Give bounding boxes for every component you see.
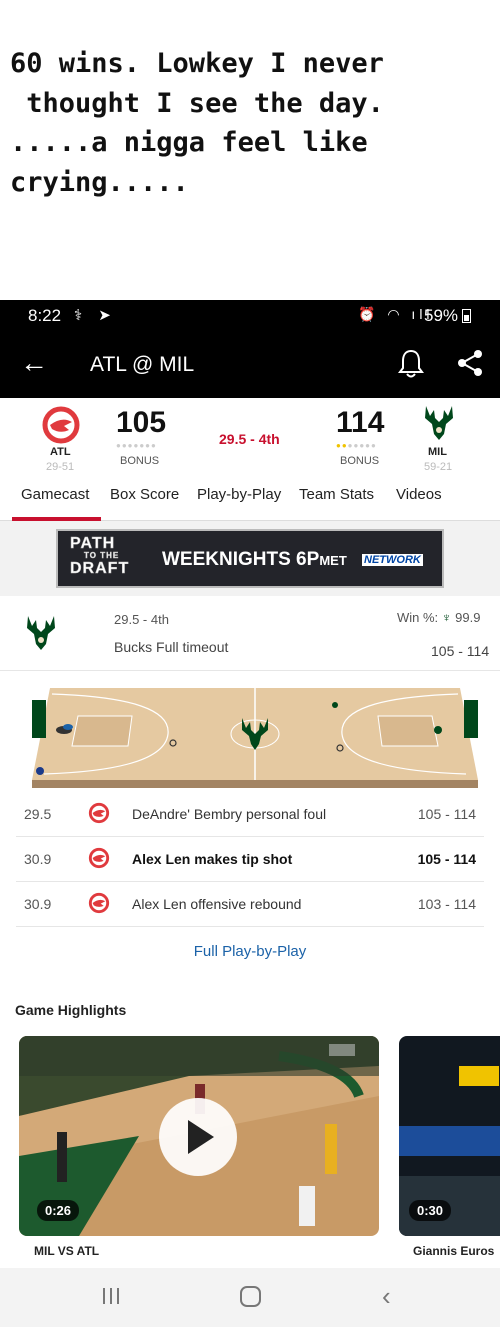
play-row[interactable]: 30.9 Alex Len makes tip shot 105 - 114: [16, 837, 484, 882]
play-button-icon[interactable]: [159, 1098, 237, 1176]
away-timeouts: ●●●●●●●: [116, 441, 157, 450]
play-time: 30.9: [24, 896, 52, 912]
back-arrow-icon[interactable]: ←: [20, 349, 48, 377]
home-team-abbr: MIL: [428, 446, 447, 458]
tab-play-by-play[interactable]: Play-by-Play: [197, 486, 281, 503]
update-score: 105 - 114: [431, 643, 490, 659]
update-period: 29.5 - 4th: [114, 612, 169, 627]
tab-videos[interactable]: Videos: [396, 486, 442, 503]
phone-screenshot: 8:22 ⚕ ➤ ⏰ ◠ ıll 59% ← ATL @ MIL ATL 29-…: [0, 300, 500, 1327]
battery-icon: [462, 309, 471, 323]
tab-box-score[interactable]: Box Score: [110, 486, 179, 503]
tab-bar: Gamecast Box Score Play-by-Play Team Sta…: [0, 486, 500, 521]
game-highlights: Game Highlights 0:26 MIL VS ATL 0:30 Gia…: [0, 982, 500, 1282]
tab-team-stats[interactable]: Team Stats: [299, 486, 374, 503]
play-time: 29.5: [24, 806, 52, 822]
app-bar: ← ATL @ MIL: [0, 332, 500, 398]
home-bonus: BONUS: [340, 455, 380, 467]
video-duration: 0:30: [409, 1200, 452, 1221]
shot-chart-court[interactable]: [32, 688, 478, 788]
nfl-network-logo: NETWORK: [362, 554, 423, 566]
tab-gamecast[interactable]: Gamecast: [21, 486, 89, 503]
recent-apps-icon[interactable]: [101, 1286, 121, 1306]
win-probability: Win %: ♆ 99.9: [397, 610, 481, 625]
status-bar: 8:22 ⚕ ➤ ⏰ ◠ ıll 59%: [0, 300, 500, 332]
hawks-logo-icon: [42, 406, 80, 444]
draft-ad-banner[interactable]: PATH TO THE DRAFT WEEKNIGHTS 6PMET NETWO…: [56, 529, 444, 588]
play-description: DeAndre' Bembry personal foul: [132, 806, 327, 822]
active-tab-indicator: [12, 517, 101, 521]
video-caption: Giannis Euros: [413, 1244, 495, 1258]
bucks-logo-icon: [425, 406, 453, 440]
banner-schedule: WEEKNIGHTS 6PMET: [162, 549, 347, 570]
bucks-logo-icon: [27, 616, 55, 650]
scoreboard: ATL 29-51 105 ●●●●●●● BONUS 29.5 - 4th 1…: [0, 398, 500, 521]
meme-caption: 60 wins. Lowkey I never thought I see th…: [10, 48, 384, 198]
back-nav-icon[interactable]: ‹: [382, 1281, 391, 1312]
away-bonus: BONUS: [120, 455, 160, 467]
video-caption: MIL VS ATL: [34, 1244, 100, 1258]
home-team-record: 59-21: [424, 461, 453, 473]
game-title: ATL @ MIL: [90, 353, 195, 376]
play-time: 30.9: [24, 851, 52, 867]
notification-icons: ⚕ ➤: [74, 307, 117, 324]
path-to-draft-logo: PATH TO THE DRAFT: [70, 535, 130, 578]
hawks-logo-icon: [88, 802, 110, 824]
alarm-wifi-signal-icons: ⏰ ◠ ıll: [358, 306, 434, 322]
update-event: Bucks Full timeout: [114, 639, 229, 655]
latest-update: 29.5 - 4th Bucks Full timeout Win %: ♆ 9…: [0, 596, 500, 671]
hawks-logo-icon: [88, 847, 110, 869]
game-clock: 29.5 - 4th: [219, 431, 280, 447]
highlight-video-1[interactable]: 0:26: [19, 1036, 379, 1236]
home-timeouts: ●●●●●●●: [336, 441, 377, 450]
bell-icon[interactable]: [398, 348, 424, 378]
highlights-title: Game Highlights: [15, 1002, 127, 1018]
video-duration: 0:26: [37, 1200, 80, 1221]
away-team-abbr: ATL: [50, 446, 71, 458]
play-score: 103 - 114: [417, 896, 476, 912]
play-row[interactable]: 30.9 Alex Len offensive rebound 103 - 11…: [16, 882, 484, 927]
full-play-by-play-link[interactable]: Full Play-by-Play: [0, 943, 500, 960]
play-description: Alex Len makes tip shot: [132, 851, 293, 867]
home-score: 114: [336, 406, 385, 439]
play-row[interactable]: 29.5 DeAndre' Bembry personal foul 105 -…: [16, 792, 484, 837]
play-description: Alex Len offensive rebound: [132, 896, 302, 912]
away-score: 105: [116, 406, 167, 439]
highlight-video-2[interactable]: 0:30: [399, 1036, 500, 1236]
share-icon[interactable]: [456, 348, 484, 378]
play-score: 105 - 114: [417, 851, 476, 867]
battery-percent: 59%: [424, 306, 459, 325]
away-team-record: 29-51: [46, 461, 75, 473]
android-nav-bar: ‹: [0, 1268, 500, 1327]
play-score: 105 - 114: [417, 806, 476, 822]
hawks-logo-icon: [88, 892, 110, 914]
home-button-icon[interactable]: [240, 1286, 261, 1307]
status-time: 8:22: [28, 306, 62, 325]
